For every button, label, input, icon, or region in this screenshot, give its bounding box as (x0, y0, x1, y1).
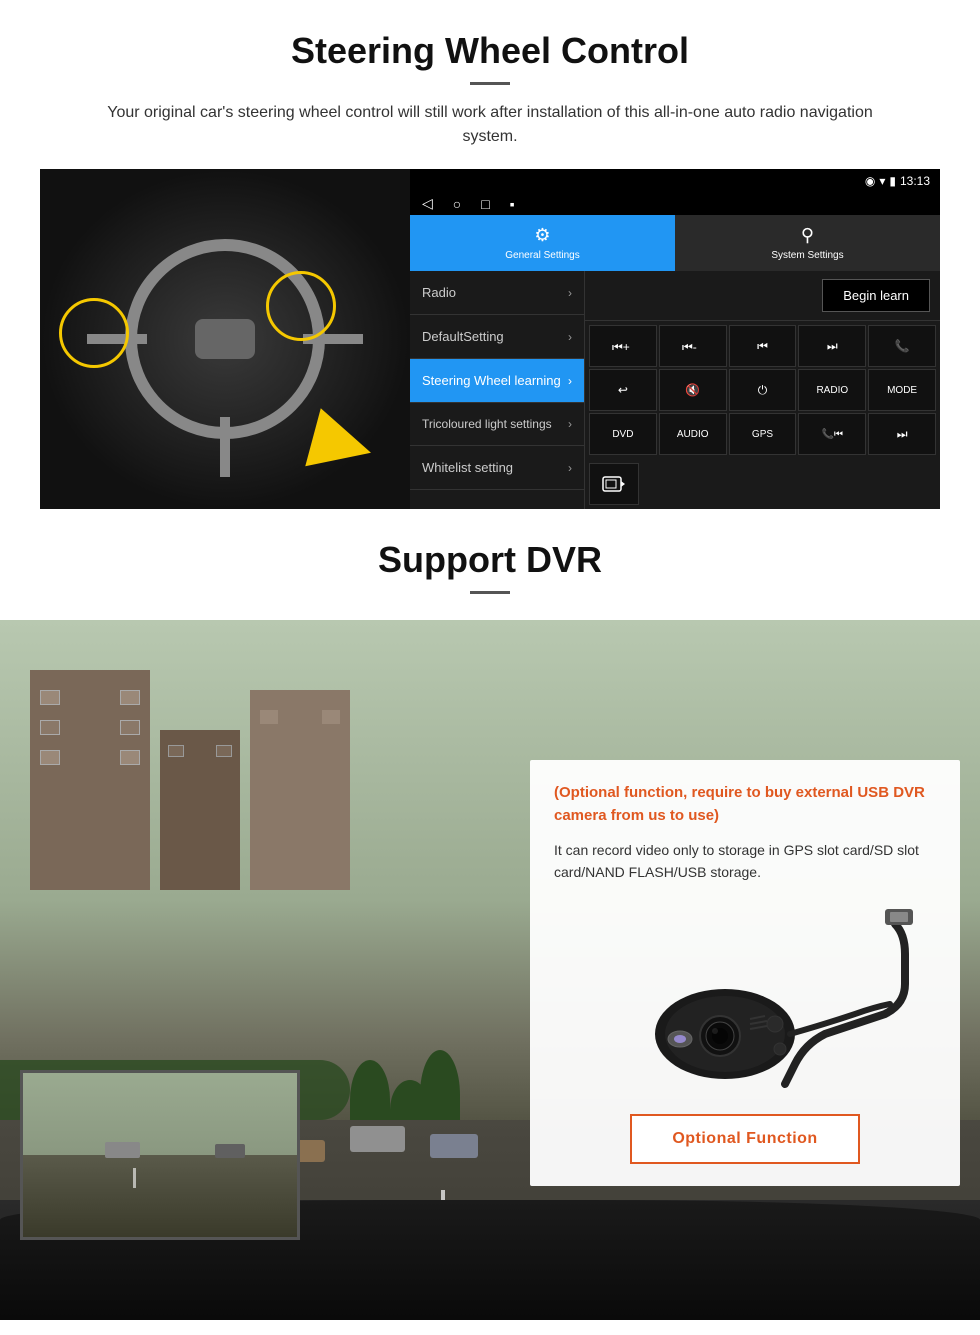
dvr-description: It can record video only to storage in G… (554, 839, 936, 884)
tab-system-settings[interactable]: ⚲ System Settings (675, 215, 940, 271)
dvr-small-screen (20, 1070, 300, 1240)
nav-home-icon[interactable]: ○ (453, 196, 461, 212)
car-3 (350, 1126, 405, 1152)
dvr-info-box: (Optional function, require to buy exter… (530, 760, 960, 1186)
svg-text:⏮-: ⏮- (682, 340, 697, 354)
controls-grid: ⏮+ ⏮- ⏮ ⏭ 📞 ↩ 🔇 ⏻ RADIO MODE (585, 321, 940, 459)
statusbar-time: 13:13 (900, 174, 930, 188)
chevron-icon: › (568, 286, 572, 300)
dvr-section: Support DVR (0, 509, 980, 1320)
dvr-title-bar: Support DVR (0, 509, 980, 620)
menu-list: Radio › DefaultSetting › Steering Wheel … (410, 271, 585, 509)
steering-subtitle: Your original car's steering wheel contr… (80, 101, 900, 149)
arrow-overlay (312, 415, 392, 475)
controls-panel: Begin learn ⏮+ ⏮- ⏮ ⏭ 📞 (585, 271, 940, 509)
dvr-title: Support DVR (40, 539, 940, 581)
ctrl-call[interactable]: 📞 (868, 325, 936, 367)
ctrl-back[interactable]: ↩ (589, 369, 657, 411)
signal-icon: ▮ (889, 174, 896, 188)
chevron-icon: › (568, 417, 572, 431)
settings-icon: ⚲ (801, 225, 814, 246)
dvr-background: (Optional function, require to buy exter… (0, 620, 980, 1320)
nav-recents-icon[interactable]: □ (481, 196, 489, 212)
ctrl-skip-end[interactable]: ⏭ (868, 413, 936, 455)
optional-fn-row: Optional Function (554, 1114, 936, 1164)
chevron-icon: › (568, 374, 572, 388)
chevron-icon: › (568, 330, 572, 344)
begin-learn-button[interactable]: Begin learn (822, 279, 930, 312)
ctrl-dvd[interactable]: DVD (589, 413, 657, 455)
ctrl-power[interactable]: ⏻ (729, 369, 797, 411)
menu-item-whitelist[interactable]: Whitelist setting › (410, 446, 584, 490)
dvr-divider (470, 591, 510, 594)
ctrl-next[interactable]: ⏭ (798, 325, 866, 367)
dvr-optional-text: (Optional function, require to buy exter… (554, 782, 936, 827)
location-icon: ◉ (865, 174, 875, 188)
highlight-circle-right (266, 271, 336, 341)
ctrl-prev[interactable]: ⏮ (729, 325, 797, 367)
building-1 (30, 670, 150, 890)
building-3 (250, 690, 350, 890)
ctrl-gps[interactable]: GPS (729, 413, 797, 455)
optional-function-button[interactable]: Optional Function (630, 1114, 859, 1164)
menu-item-defaultsetting[interactable]: DefaultSetting › (410, 315, 584, 359)
highlight-circle-left (59, 298, 129, 368)
title-divider (470, 82, 510, 85)
ctrl-call-prev[interactable]: 📞⏮ (798, 413, 866, 455)
status-icons: ◉ ▾ ▮ 13:13 (865, 174, 930, 188)
dvr-screen-content (23, 1073, 297, 1237)
svg-text:⏮+: ⏮+ (612, 340, 630, 354)
steering-photo (40, 169, 410, 509)
menu-item-steering-learning[interactable]: Steering Wheel learning › (410, 359, 584, 403)
dvr-camera-svg (565, 904, 925, 1104)
ctrl-vol-up[interactable]: ⏮+ (589, 325, 657, 367)
ctrl-dvr[interactable] (589, 463, 639, 505)
begin-learn-row: Begin learn (585, 271, 940, 321)
menu-item-tricoloured[interactable]: Tricoloured light settings › (410, 403, 584, 446)
steering-section: Steering Wheel Control Your original car… (0, 0, 980, 509)
steering-screenshot: ◉ ▾ ▮ 13:13 ◁ ○ □ ▪ ⚙ General Settings (40, 169, 940, 509)
android-content: Radio › DefaultSetting › Steering Wheel … (410, 271, 940, 509)
wifi-icon: ▾ (879, 174, 885, 188)
car-4 (430, 1134, 478, 1158)
ctrl-radio[interactable]: RADIO (798, 369, 866, 411)
steering-title: Steering Wheel Control (40, 30, 940, 72)
nav-back-icon[interactable]: ◁ (422, 195, 433, 212)
ctrl-audio[interactable]: AUDIO (659, 413, 727, 455)
tab-general-settings[interactable]: ⚙ General Settings (410, 215, 675, 271)
ctrl-mute[interactable]: 🔇 (659, 369, 727, 411)
android-statusbar: ◉ ▾ ▮ 13:13 (410, 169, 940, 192)
ctrl-mode[interactable]: MODE (868, 369, 936, 411)
menu-item-radio[interactable]: Radio › (410, 271, 584, 315)
building-2 (160, 730, 240, 890)
ctrl-vol-down[interactable]: ⏮- (659, 325, 727, 367)
android-tabs: ⚙ General Settings ⚲ System Settings (410, 215, 940, 271)
dvr-camera-illustration (554, 904, 936, 1104)
chevron-icon: › (568, 461, 572, 475)
gear-icon: ⚙ (534, 225, 550, 246)
android-panel: ◉ ▾ ▮ 13:13 ◁ ○ □ ▪ ⚙ General Settings (410, 169, 940, 509)
nav-menu-icon[interactable]: ▪ (510, 196, 515, 212)
